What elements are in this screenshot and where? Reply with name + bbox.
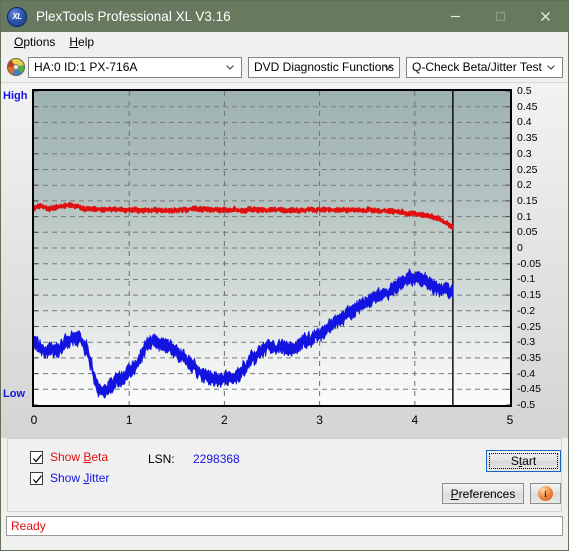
y-tick-label: 0.35 (517, 132, 538, 145)
window-title: PlexTools Professional XL V3.16 (36, 9, 231, 24)
show-beta-checkbox[interactable] (30, 450, 43, 464)
x-axis-tick-labels: 0 1 2 3 4 5 (1, 413, 569, 435)
y-tick-label: -0.1 (517, 273, 536, 286)
minimize-icon[interactable] (433, 1, 478, 32)
chevron-down-icon (226, 65, 234, 70)
x-tick-label: 1 (125, 413, 133, 427)
info-icon: i (538, 486, 553, 501)
y-tick-label: -0.5 (517, 399, 536, 411)
y-tick-label: 0 (517, 242, 523, 254)
x-tick-label: 4 (411, 413, 419, 427)
axis-label-low: Low (3, 388, 25, 400)
x-tick-label: 2 (221, 413, 228, 427)
y-tick-label: -0.35 (517, 351, 541, 364)
test-select[interactable]: Q-Check Beta/Jitter Test (406, 56, 563, 78)
controls-group: Show Beta Show Jitter LSN: 2298368 Start… (7, 438, 562, 512)
y-tick-label: -0.05 (517, 257, 541, 270)
plot-series (34, 201, 454, 399)
menu-item-help-label: elp (78, 35, 95, 49)
lsn-label: LSN: (148, 452, 175, 466)
chevron-down-icon (547, 65, 555, 70)
y-tick-label: 0.5 (517, 85, 532, 97)
menu-bar: Options Help (1, 32, 568, 52)
x-tick-label: 3 (316, 413, 323, 427)
function-select[interactable]: DVD Diagnostic Functions (248, 56, 400, 78)
preferences-button[interactable]: Preferences (442, 483, 524, 504)
checkmark-icon (33, 474, 42, 483)
y-tick-label: 0.1 (517, 210, 532, 223)
close-icon[interactable] (523, 1, 568, 32)
y-tick-label: -0.45 (517, 383, 541, 396)
test-select-value: Q-Check Beta/Jitter Test (412, 60, 542, 74)
lsn-value: 2298368 (193, 452, 240, 466)
toolbar: HA:0 ID:1 PX-716A DVD Diagnostic Functio… (1, 52, 568, 82)
cd-disc-icon (7, 58, 25, 76)
maximize-icon[interactable] (478, 1, 523, 32)
y-tick-label: -0.3 (517, 336, 536, 349)
y-axis-tick-labels: 0.5 0.45 0.4 0.35 0.3 0.25 0.2 0.15 0.1 0.05 0 -0.0… (517, 83, 569, 423)
y-tick-label: 0.4 (517, 116, 532, 129)
plextools-window: XL PlexTools Professional XL V3.16 Optio… (0, 0, 569, 551)
chevron-down-icon (384, 65, 392, 70)
x-tick-label: 0 (30, 413, 38, 427)
app-icon: XL (7, 6, 27, 27)
y-tick-label: 0.05 (517, 226, 538, 239)
y-tick-label: -0.2 (517, 304, 536, 317)
title-bar: XL PlexTools Professional XL V3.16 (1, 1, 568, 32)
status-bar: Ready (6, 516, 563, 536)
window-controls (433, 1, 568, 32)
drive-select-value: HA:0 ID:1 PX-716A (34, 60, 138, 74)
menu-item-options[interactable]: Options (7, 34, 62, 50)
y-tick-label: -0.25 (517, 320, 541, 333)
menu-item-help[interactable]: Help (62, 34, 101, 50)
chart-panel: High Low 0.5 0.45 0.4 0.35 0.3 0.25 0.2 0.15 0.1… (1, 82, 568, 438)
show-jitter-label: Show Jitter (50, 471, 110, 485)
y-tick-label: 0.3 (517, 147, 532, 160)
x-tick-label: 5 (506, 413, 514, 427)
menu-item-options-label: ptions (23, 35, 56, 49)
y-tick-label: 0.45 (517, 100, 538, 113)
start-button[interactable]: Start (486, 450, 561, 472)
function-select-value: DVD Diagnostic Functions (254, 60, 395, 74)
info-button[interactable]: i (530, 483, 561, 504)
y-tick-label: -0.4 (517, 367, 536, 380)
focus-ring (489, 453, 558, 469)
y-tick-label: 0.25 (517, 163, 538, 176)
show-jitter-checkbox[interactable] (30, 471, 43, 485)
show-beta-row[interactable]: Show Beta (30, 450, 108, 464)
checkmark-icon (33, 453, 42, 462)
y-tick-label: 0.2 (517, 179, 532, 192)
drive-select[interactable]: HA:0 ID:1 PX-716A (28, 56, 242, 78)
axis-label-high: High (3, 90, 28, 102)
y-tick-label: -0.15 (517, 289, 541, 302)
show-jitter-row[interactable]: Show Jitter (30, 471, 109, 485)
y-tick-label: 0.15 (517, 194, 538, 207)
status-text: Ready (11, 519, 46, 533)
show-beta-label: Show Beta (50, 450, 109, 464)
preferences-button-label: Preferences (450, 486, 516, 501)
beta-jitter-plot (32, 89, 512, 407)
